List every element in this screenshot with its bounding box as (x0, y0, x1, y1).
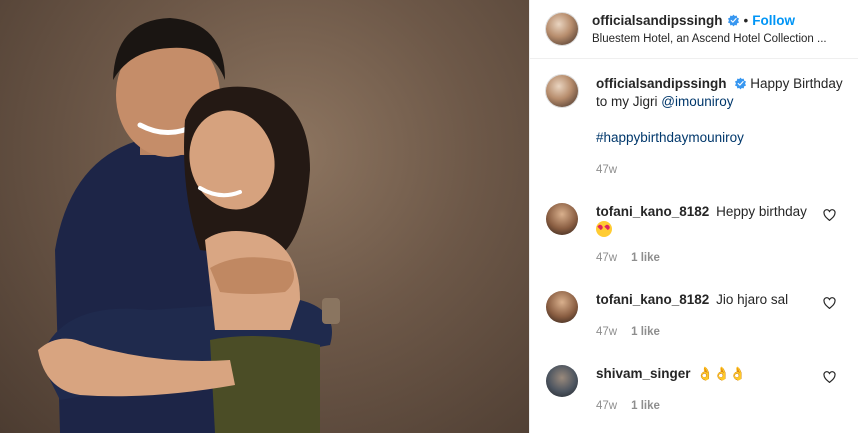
comment-text: shivam_singer 👌👌👌 (596, 365, 844, 383)
heart-outline-icon[interactable] (823, 297, 836, 310)
post-photo[interactable] (0, 0, 529, 433)
comment-row: shivam_singer 👌👌👌 47w 1 like (546, 365, 844, 413)
header-top-line: officialsandipssingh • Follow (592, 12, 844, 30)
author-username[interactable]: officialsandipssingh (592, 12, 723, 30)
comment-username[interactable]: tofani_kano_8182 (596, 292, 709, 307)
comment-message: Jio hjaro sal (716, 292, 789, 307)
comment-username[interactable]: shivam_singer (596, 366, 691, 381)
instagram-post: officialsandipssingh • Follow Bluestem H… (0, 0, 858, 433)
comment-body: tofani_kano_8182 Jio hjaro sal 47w 1 lik… (596, 291, 844, 339)
heart-outline-icon[interactable] (823, 371, 836, 384)
ok-hand-emoji: 👌👌👌 (697, 366, 746, 381)
verified-badge-icon (734, 77, 746, 90)
comment-text: tofani_kano_8182 Heppy birthday (596, 203, 844, 239)
comment-time[interactable]: 47w (596, 399, 617, 413)
caption-hashtag[interactable]: #happybirthdaymouniroy (596, 130, 744, 145)
verified-badge-icon (727, 14, 739, 27)
post-header: officialsandipssingh • Follow Bluestem H… (530, 0, 858, 59)
heart-eyes-emoji (596, 221, 612, 237)
comment-body: tofani_kano_8182 Heppy birthday 47w 1 li… (596, 203, 844, 265)
caption-text: officialsandipssingh Happy Birthday to m… (596, 75, 844, 111)
comment-likes[interactable]: 1 like (631, 399, 660, 413)
comment-row: tofani_kano_8182 Jio hjaro sal 47w 1 lik… (546, 291, 844, 339)
caption-hashtag-line: #happybirthdaymouniroy (596, 129, 844, 147)
photo-illustration (38, 18, 340, 433)
heart-outline-icon[interactable] (823, 209, 836, 222)
comment-text: tofani_kano_8182 Jio hjaro sal (596, 291, 844, 309)
follow-button[interactable]: Follow (752, 12, 795, 30)
caption-body: officialsandipssingh Happy Birthday to m… (596, 75, 844, 177)
commenter-avatar[interactable] (546, 291, 578, 323)
comment-row: tofani_kano_8182 Heppy birthday 47w 1 li… (546, 203, 844, 265)
caption-username[interactable]: officialsandipssingh (596, 76, 727, 91)
caption-mention[interactable]: @imouniroy (661, 94, 733, 109)
comment-username[interactable]: tofani_kano_8182 (596, 204, 709, 219)
comment-meta: 47w 1 like (596, 251, 844, 265)
comment-meta: 47w 1 like (596, 399, 844, 413)
commenter-avatar[interactable] (546, 365, 578, 397)
comments-section: officialsandipssingh Happy Birthday to m… (530, 59, 858, 413)
caption-meta: 47w (596, 163, 844, 177)
commenter-avatar[interactable] (546, 203, 578, 235)
post-location[interactable]: Bluestem Hotel, an Ascend Hotel Collecti… (592, 31, 838, 47)
separator-dot: • (743, 12, 749, 28)
comment-likes[interactable]: 1 like (631, 251, 660, 265)
comment-meta: 47w 1 like (596, 325, 844, 339)
comment-time[interactable]: 47w (596, 251, 617, 265)
side-panel: officialsandipssingh • Follow Bluestem H… (529, 0, 858, 433)
caption-time[interactable]: 47w (596, 163, 617, 177)
comment-time[interactable]: 47w (596, 325, 617, 339)
comment-likes[interactable]: 1 like (631, 325, 660, 339)
caption-row: officialsandipssingh Happy Birthday to m… (546, 75, 844, 177)
comment-body: shivam_singer 👌👌👌 47w 1 like (596, 365, 844, 413)
caption-avatar[interactable] (546, 75, 578, 107)
comment-message: Heppy birthday (716, 204, 807, 219)
author-avatar[interactable] (546, 13, 578, 45)
header-text: officialsandipssingh • Follow Bluestem H… (592, 12, 844, 47)
